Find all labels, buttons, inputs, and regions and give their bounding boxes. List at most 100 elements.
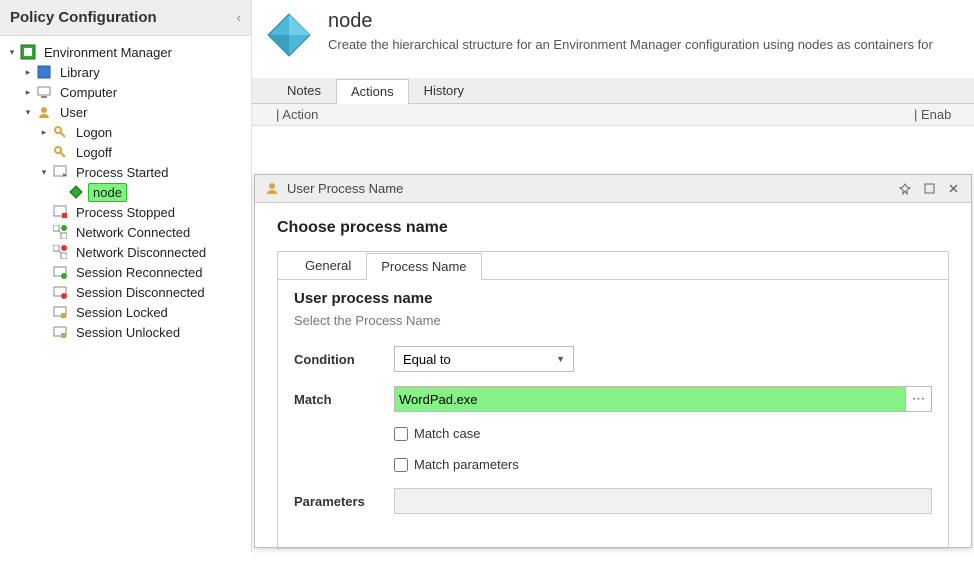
session-disconnected-icon (52, 284, 68, 300)
tree-label: Process Started (72, 164, 173, 181)
tree-process-started[interactable]: ▾ Process Started (6, 162, 251, 182)
chevron-down-icon: ▼ (556, 354, 565, 364)
tree-process-stopped[interactable]: ▸ Process Stopped (6, 202, 251, 222)
network-connected-icon (52, 224, 68, 240)
key-off-icon (52, 144, 68, 160)
parameters-input (394, 488, 932, 514)
maximize-icon[interactable] (921, 181, 937, 197)
node-icon (68, 184, 84, 200)
row-match: Match ⋯ (294, 386, 932, 412)
tree-network-disconnected[interactable]: ▸ Network Disconnected (6, 242, 251, 262)
chevron-right-icon[interactable]: ▸ (22, 87, 34, 98)
tree-label: User (56, 104, 91, 121)
tree-computer[interactable]: ▸ Computer (6, 82, 251, 102)
network-disconnected-icon (52, 244, 68, 260)
row-condition: Condition Equal to ▼ (294, 346, 932, 372)
tree-user[interactable]: ▾ User (6, 102, 251, 122)
tree-root[interactable]: ▾ Environment Manager (6, 42, 251, 62)
dialog-body: Choose process name General Process Name… (255, 203, 971, 565)
match-case-label: Match case (414, 426, 480, 441)
session-reconnected-icon (52, 264, 68, 280)
key-icon (52, 124, 68, 140)
tree-node[interactable]: ▸ node (6, 182, 251, 202)
close-icon[interactable] (945, 181, 961, 197)
user-icon (36, 104, 52, 120)
dialog-titlebar[interactable]: User Process Name (255, 175, 971, 203)
chevron-down-icon[interactable]: ▾ (6, 47, 18, 58)
sidebar-policy-config: Policy Configuration ‹ ▾ Environment Man… (0, 0, 252, 552)
condition-value: Equal to (403, 352, 451, 367)
tree-label: Network Disconnected (72, 244, 210, 261)
match-parameters-checkbox[interactable]: Match parameters (394, 457, 932, 472)
tree-session-locked[interactable]: ▸ Session Locked (6, 302, 251, 322)
condition-select[interactable]: Equal to ▼ (394, 346, 574, 372)
column-enabled: | Enab (914, 107, 974, 122)
tree-network-connected[interactable]: ▸ Network Connected (6, 222, 251, 242)
tab-history[interactable]: History (409, 78, 479, 103)
dialog-heading: Choose process name (277, 219, 949, 237)
sidebar-title: Policy Configuration (10, 9, 157, 26)
page-description: Create the hierarchical structure for an… (328, 37, 933, 52)
match-parameters-label: Match parameters (414, 457, 519, 472)
match-input[interactable] (394, 386, 906, 412)
tab-actions[interactable]: Actions (336, 79, 409, 104)
tree-label: Network Connected (72, 224, 194, 241)
config-tree: ▾ Environment Manager ▸ Library ▸ Comput… (0, 36, 251, 342)
match-case-checkbox[interactable]: Match case (394, 426, 932, 441)
tree-label: Session Disconnected (72, 284, 209, 301)
node-large-icon (264, 10, 314, 60)
tab-notes[interactable]: Notes (272, 78, 336, 103)
tree-label: Session Unlocked (72, 324, 184, 341)
chevron-down-icon[interactable]: ▾ (38, 167, 50, 178)
tree-library[interactable]: ▸ Library (6, 62, 251, 82)
label-parameters: Parameters (294, 494, 394, 509)
browse-button[interactable]: ⋯ (906, 386, 932, 412)
tree-label: Logon (72, 124, 116, 141)
actions-column-header: | Action | Enab (252, 104, 974, 126)
column-action: | Action (252, 107, 914, 122)
collapse-sidebar-icon[interactable]: ‹ (237, 10, 241, 25)
tree-session-disconnected[interactable]: ▸ Session Disconnected (6, 282, 251, 302)
tree-label: Environment Manager (40, 44, 176, 61)
match-case-input[interactable] (394, 427, 408, 441)
tab-general[interactable]: General (290, 252, 366, 279)
window-stop-icon (52, 204, 68, 220)
tree-label: Computer (56, 84, 121, 101)
main-tabs: Notes Actions History (252, 78, 974, 104)
dialog-inner-tabs: General Process Name User process name S… (277, 251, 949, 549)
book-icon (36, 64, 52, 80)
tree-logon[interactable]: ▸ Logon (6, 122, 251, 142)
match-parameters-input[interactable] (394, 458, 408, 472)
tree-label: Session Reconnected (72, 264, 206, 281)
pin-icon[interactable] (897, 181, 913, 197)
panel-subtitle: Select the Process Name (294, 313, 932, 328)
tree-label: node (88, 183, 127, 202)
tree-session-reconnected[interactable]: ▸ Session Reconnected (6, 262, 251, 282)
user-icon (265, 181, 281, 197)
session-unlocked-icon (52, 324, 68, 340)
dialog-user-process-name: User Process Name Choose process name Ge… (254, 174, 972, 548)
node-header: node Create the hierarchical structure f… (252, 0, 974, 78)
environment-manager-icon (20, 44, 36, 60)
tree-label: Process Stopped (72, 204, 179, 221)
chevron-right-icon[interactable]: ▸ (22, 67, 34, 78)
window-play-icon (52, 164, 68, 180)
chevron-right-icon[interactable]: ▸ (38, 127, 50, 138)
sidebar-header: Policy Configuration ‹ (0, 0, 251, 36)
tree-session-unlocked[interactable]: ▸ Session Unlocked (6, 322, 251, 342)
chevron-down-icon[interactable]: ▾ (22, 107, 34, 118)
row-parameters: Parameters (294, 488, 932, 514)
session-locked-icon (52, 304, 68, 320)
process-name-panel: User process name Select the Process Nam… (278, 280, 948, 536)
tree-label: Library (56, 64, 104, 81)
dialog-title: User Process Name (287, 181, 889, 196)
label-match: Match (294, 392, 394, 407)
tree-label: Session Locked (72, 304, 172, 321)
label-condition: Condition (294, 352, 394, 367)
computer-icon (36, 84, 52, 100)
page-title: node (328, 10, 933, 33)
tree-label: Logoff (72, 144, 116, 161)
tree-logoff[interactable]: ▸ Logoff (6, 142, 251, 162)
tab-process-name[interactable]: Process Name (366, 253, 481, 280)
panel-title: User process name (294, 290, 932, 307)
